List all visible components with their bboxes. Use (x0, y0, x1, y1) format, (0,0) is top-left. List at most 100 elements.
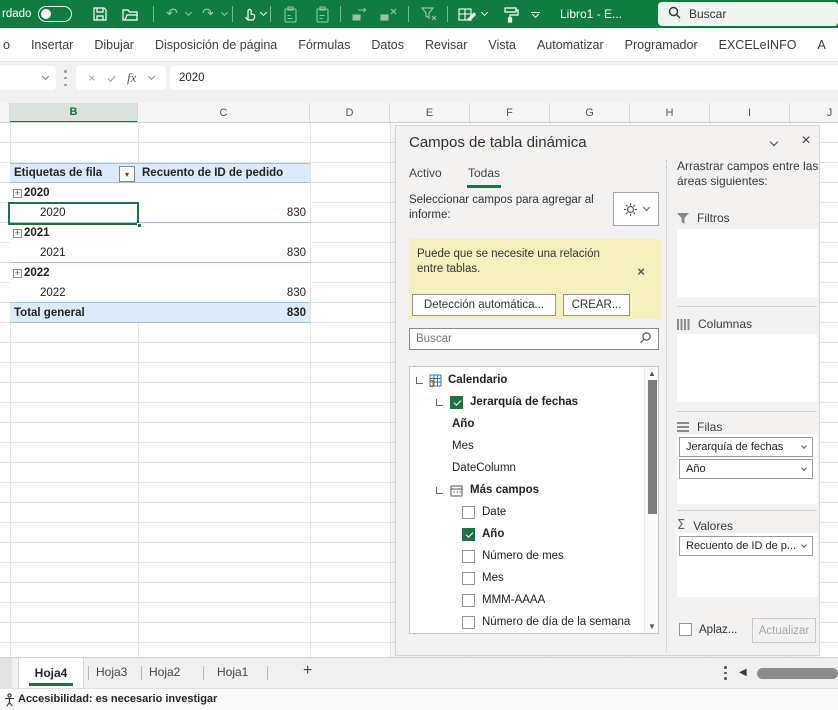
redo-dropdown-icon[interactable] (220, 4, 228, 24)
shield-dropdown-icon[interactable] (801, 443, 807, 449)
field-item-calendario[interactable]: Calendario (416, 369, 507, 391)
touch-mode-dropdown-icon[interactable] (259, 4, 267, 24)
pivot-group-row[interactable]: + 2020 (10, 183, 310, 203)
field-checkbox[interactable] (462, 616, 475, 629)
sheet-tab-hoja1[interactable]: Hoja1 (217, 665, 248, 679)
name-box[interactable] (0, 66, 56, 90)
ribbon-tab-insertar[interactable]: Insertar (31, 38, 73, 52)
ribbon-tab-programador[interactable]: Programador (625, 38, 698, 52)
field-item-jerarquia[interactable]: Jerarquía de fechas (436, 391, 578, 413)
pane-tab-activo[interactable]: Activo (409, 166, 442, 180)
undo-dropdown-icon[interactable] (184, 4, 192, 24)
sheet-tab-hoja3[interactable]: Hoja3 (96, 665, 127, 679)
insert-function-icon[interactable]: fx (127, 70, 136, 86)
column-header-H[interactable]: H (630, 103, 710, 123)
paste-values-icon[interactable] (312, 4, 332, 24)
column-header-E[interactable]: E (390, 103, 470, 123)
notice-close-icon[interactable]: × (633, 263, 649, 279)
pivot-detail-row[interactable]: 2021 830 (10, 243, 310, 263)
field-checkbox[interactable] (462, 572, 475, 585)
undo-icon[interactable]: ↶ (163, 4, 181, 24)
rows-field-shield[interactable]: Año (679, 459, 813, 479)
create-relationship-button[interactable]: CREAR... (563, 294, 630, 316)
field-checkbox[interactable] (462, 594, 475, 607)
pane-tab-todas[interactable]: Todas (468, 166, 500, 180)
filters-dropzone[interactable] (677, 229, 817, 297)
clear-filter-icon[interactable] (418, 4, 440, 24)
pivot-group-row[interactable]: + 2022 (10, 263, 310, 283)
touch-mode-icon[interactable] (240, 4, 260, 24)
format-painter-icon[interactable] (500, 4, 522, 24)
scroll-left-icon[interactable]: ◀ (739, 667, 747, 678)
defer-checkbox[interactable] (679, 623, 692, 636)
values-field-shield[interactable]: Recuento de ID de p... (679, 536, 813, 556)
field-item-datecolumn[interactable]: DateColumn (452, 457, 516, 479)
field-item-ano-hierarchy[interactable]: Año (452, 413, 474, 435)
scroll-up-icon[interactable]: ▲ (645, 369, 659, 378)
column-header-D[interactable]: D (310, 103, 390, 123)
column-header-G[interactable]: G (550, 103, 630, 123)
field-item-ano[interactable]: Año (462, 523, 504, 545)
field-item-numero-dia-semana[interactable]: Número de día de la semana (462, 611, 630, 633)
field-checkbox-checked[interactable] (450, 396, 463, 409)
ribbon-tab-vista[interactable]: Vista (488, 38, 516, 52)
field-checkbox-checked[interactable] (462, 528, 475, 541)
formula-bar-handle[interactable] (64, 70, 68, 86)
column-header-B[interactable]: B (10, 103, 138, 123)
pane-tools-button[interactable] (613, 192, 659, 226)
defer-layout-checkbox[interactable]: Aplaz... (679, 623, 737, 636)
save-icon[interactable] (90, 4, 110, 24)
pane-collapse-icon[interactable] (764, 134, 784, 152)
paste-formulas-icon[interactable] (280, 4, 300, 24)
shield-dropdown-icon[interactable] (801, 465, 807, 471)
fields-search-input[interactable]: Buscar (409, 328, 659, 350)
expand-2020-icon[interactable]: + (13, 189, 22, 198)
columns-dropzone[interactable] (677, 334, 817, 402)
draw-table-icon[interactable] (456, 4, 478, 24)
collapse-icon[interactable] (436, 487, 443, 494)
field-list-scrollbar[interactable]: ▲ ▼ (644, 367, 658, 633)
column-header-J[interactable]: J (790, 103, 838, 123)
ribbon-tab-dibujar[interactable]: Dibujar (94, 38, 134, 52)
pivot-detail-row[interactable]: 2022 830 (10, 283, 310, 303)
qat-overflow-icon[interactable] (528, 4, 542, 24)
field-checkbox[interactable] (462, 506, 475, 519)
confirm-entry-icon[interactable] (107, 74, 115, 82)
ribbon-tab-ayuda-partial[interactable]: A (817, 38, 825, 52)
sheet-tab-hoja2[interactable]: Hoja2 (149, 665, 180, 679)
pivot-total-row[interactable]: Total general 830 (10, 303, 310, 323)
ribbon-tab-datos[interactable]: Datos (371, 38, 404, 52)
accessibility-status[interactable]: Accesibilidad: es necesario investigar (18, 693, 217, 705)
field-item-numero-mes[interactable]: Número de mes (462, 545, 564, 567)
formula-input[interactable]: 2020 (170, 66, 838, 90)
scroll-down-icon[interactable]: ▼ (645, 622, 659, 631)
auto-detect-button[interactable]: Detección automática... (412, 294, 556, 316)
delete-shape-icon[interactable] (378, 4, 400, 24)
search-box[interactable]: Buscar (658, 2, 838, 26)
fill-handle[interactable] (137, 223, 142, 228)
cancel-entry-icon[interactable]: × (88, 71, 95, 85)
sheet-options-icon[interactable] (724, 666, 727, 680)
name-box-dropdown-icon[interactable] (42, 73, 49, 80)
pivot-detail-row[interactable]: 2020 830 (10, 203, 310, 223)
fx-dropdown-icon[interactable] (148, 73, 155, 80)
field-item-date[interactable]: Date (462, 501, 506, 523)
draw-table-dropdown-icon[interactable] (480, 4, 488, 24)
field-item-mes-hierarchy[interactable]: Mes (452, 435, 474, 457)
field-item-mmm-aaaa[interactable]: MMM-AAAA (462, 589, 545, 611)
update-button[interactable]: Actualizar (752, 618, 816, 643)
add-sheet-button[interactable]: + (303, 662, 312, 680)
collapse-icon[interactable] (416, 377, 423, 384)
expand-2021-icon[interactable]: + (13, 229, 22, 238)
horizontal-scrollbar-thumb[interactable] (757, 668, 838, 679)
pivot-group-row[interactable]: + 2021 (10, 223, 310, 243)
expand-2022-icon[interactable]: + (13, 269, 22, 278)
autosave-toggle[interactable] (38, 6, 72, 22)
values-dropzone[interactable]: Recuento de ID de p... (677, 533, 817, 597)
ribbon-tab-formulas[interactable]: Fórmulas (298, 38, 350, 52)
field-item-mas-campos[interactable]: Más campos (436, 479, 539, 501)
column-header-F[interactable]: F (470, 103, 550, 123)
column-header-I[interactable]: I (710, 103, 790, 123)
shield-dropdown-icon[interactable] (801, 542, 807, 548)
collapse-icon[interactable] (436, 399, 443, 406)
